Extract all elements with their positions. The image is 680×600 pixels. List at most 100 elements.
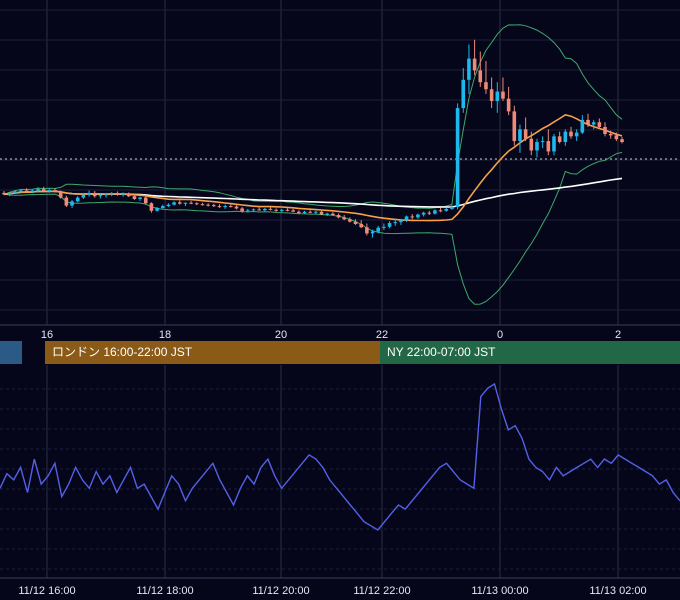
candle-body: [211, 205, 216, 207]
candle-body: [263, 208, 267, 211]
candle-body: [160, 206, 165, 208]
candle-body: [41, 189, 46, 192]
candle-body: [518, 129, 522, 142]
candle-body: [506, 98, 511, 112]
candle-body: [614, 135, 619, 140]
candle-body: [87, 192, 91, 195]
candle-body: [444, 208, 449, 211]
candle-body: [126, 193, 131, 197]
candle-body: [580, 119, 585, 133]
candle-body: [546, 141, 551, 152]
candle-body: [143, 197, 148, 204]
candle-body: [348, 219, 352, 222]
candle-body: [75, 197, 80, 202]
candle-body: [421, 212, 426, 215]
candle-body: [291, 210, 295, 212]
candle-body: [121, 193, 125, 195]
candle-body: [132, 196, 137, 200]
candle-body: [155, 207, 159, 211]
candle-body: [478, 70, 483, 83]
candle-body: [13, 191, 18, 193]
candle-body: [574, 132, 579, 137]
candle-body: [586, 119, 590, 125]
candle-body: [552, 136, 556, 152]
candle-body: [223, 206, 227, 208]
main-axis-tick-label: 18: [159, 329, 171, 341]
candle-body: [200, 204, 205, 206]
candle-body: [109, 193, 114, 195]
candle-body: [489, 89, 494, 102]
bottom-axis-tick-label: 11/13 02:00: [589, 585, 646, 597]
candle-body: [206, 204, 210, 206]
candle-body: [325, 213, 329, 215]
candle-body: [591, 122, 596, 125]
bollinger-upper: [3, 24, 623, 209]
candle-body: [240, 208, 244, 212]
candle-body: [359, 223, 364, 228]
candle-body: [246, 210, 250, 212]
candle-body: [535, 142, 539, 151]
candle-body: [268, 208, 273, 210]
candle-body: [433, 210, 437, 214]
candle-body: [461, 79, 466, 109]
candle-body: [365, 227, 369, 234]
candle-body: [308, 211, 312, 213]
candle-body: [495, 91, 500, 102]
candle-body: [166, 204, 171, 207]
bollinger-bands: [3, 24, 623, 305]
candles: [2, 39, 624, 238]
candle-body: [620, 139, 624, 143]
candle-body: [512, 111, 517, 142]
price-panel[interactable]: [0, 24, 680, 305]
candle-body: [455, 108, 460, 208]
candle-body: [569, 131, 573, 137]
candle-body: [70, 201, 74, 206]
candle-body: [597, 122, 602, 127]
candle-body: [115, 193, 120, 195]
candle-body: [302, 211, 307, 214]
candle-body: [484, 82, 488, 90]
candle-body: [342, 217, 346, 220]
oscillator-line: [0, 382, 680, 531]
main-time-axis: 16 18 20 22 0 2: [41, 329, 621, 341]
chart-svg: 16 18 20 22 0 2 11/12 16:00 11/12 18:00 11/12 2…: [0, 0, 680, 597]
candle-body: [234, 206, 239, 209]
candle-body: [104, 194, 108, 196]
candle-body: [189, 202, 193, 204]
session-ny: NY 22:00-07:00 JST: [380, 341, 680, 364]
candle-body: [472, 58, 477, 71]
candle-body: [172, 202, 176, 205]
candle-body: [2, 192, 6, 195]
candle-body: [257, 209, 261, 211]
candle-body: [64, 197, 69, 206]
candle-body: [529, 138, 534, 151]
candle-body: [382, 226, 386, 228]
oscillator-panel[interactable]: [0, 382, 680, 531]
candle-body: [274, 209, 278, 211]
candle-body: [53, 190, 57, 192]
candle-body: [7, 192, 12, 195]
session-tokyo: [0, 341, 22, 364]
candle-body: [81, 194, 86, 198]
main-axis-tick-label: 2: [615, 329, 621, 341]
candle-body: [58, 191, 63, 198]
candle-body: [523, 129, 528, 139]
bottom-axis-tick-label: 11/12 22:00: [353, 585, 410, 597]
candle-body: [438, 210, 443, 212]
bottom-axis-tick-label: 11/12 16:00: [18, 585, 75, 597]
candle-body: [251, 209, 256, 211]
candle-body: [410, 216, 415, 218]
candle-body: [450, 207, 454, 209]
candle-body: [24, 190, 29, 192]
candle-body: [376, 227, 381, 232]
candle-body: [331, 213, 335, 216]
candle-body: [603, 126, 607, 134]
bollinger-lower: [3, 151, 623, 305]
candle-body: [217, 206, 222, 208]
main-axis-tick-label: 20: [275, 329, 287, 341]
candle-body: [36, 189, 40, 191]
candle-body: [285, 209, 290, 211]
candle-body: [540, 141, 545, 143]
main-axis-tick-label: 22: [376, 329, 388, 341]
candle-body: [387, 223, 392, 227]
